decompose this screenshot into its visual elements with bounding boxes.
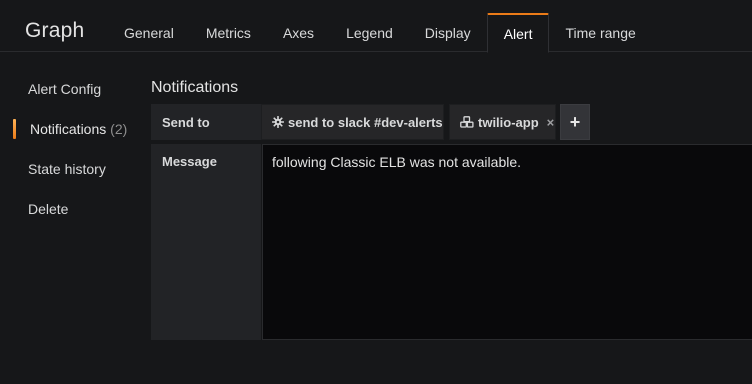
sidebar-item-label: Notifications <box>30 121 107 137</box>
panel-title: Graph <box>25 19 85 42</box>
message-label: Message <box>151 144 261 340</box>
tab-metrics[interactable]: Metrics <box>190 13 267 52</box>
tab-axes[interactable]: Axes <box>267 13 330 52</box>
tab-bar: General Metrics Axes Legend Display Aler… <box>108 13 652 53</box>
gear-icon <box>272 116 284 128</box>
add-channel-button[interactable]: + <box>560 104 590 140</box>
sidebar-item-delete[interactable]: Delete <box>28 201 68 217</box>
channel-label: twilio-app <box>478 114 539 130</box>
panel-header: Graph General Metrics Axes Legend Displa… <box>0 0 752 53</box>
notification-channel-chip: twilio-app × <box>449 104 556 140</box>
tab-alert[interactable]: Alert <box>486 13 550 53</box>
message-textarea[interactable]: following Classic ELB was not available. <box>262 144 752 340</box>
sidebar-item-alert-config[interactable]: Alert Config <box>28 81 101 97</box>
tab-legend[interactable]: Legend <box>330 13 409 52</box>
cubes-icon <box>460 116 474 128</box>
channel-label: send to slack #dev-alerts <box>288 114 443 130</box>
send-to-label: Send to <box>151 104 261 140</box>
tab-display[interactable]: Display <box>409 13 487 52</box>
tab-general[interactable]: General <box>108 13 190 52</box>
notification-channel-chip: send to slack #dev-alerts × <box>261 104 458 140</box>
sidebar-item-state-history[interactable]: State history <box>28 161 106 177</box>
sidebar-item-notifications[interactable]: Notifications (2) <box>30 121 127 137</box>
section-title: Notifications <box>151 79 239 96</box>
remove-channel-button[interactable]: × <box>547 115 555 130</box>
tab-time-range[interactable]: Time range <box>549 13 651 52</box>
notifications-count: (2) <box>110 121 128 137</box>
sidebar-active-indicator <box>13 119 16 139</box>
